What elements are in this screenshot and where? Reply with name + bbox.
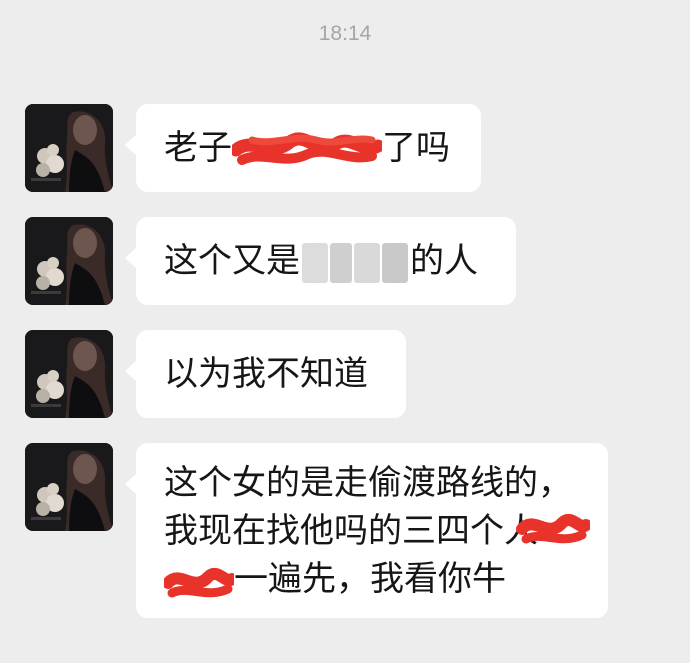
chat-message: 老子 了吗 — [0, 104, 690, 192]
message-text: 一遍先，我看你牛 — [234, 559, 506, 599]
chat-timestamp: 18:14 — [318, 22, 372, 45]
message-bubble[interactable]: 这个女的是走偷渡路线的， 我现在找他吗的三四个人 一遍先，我看你牛 — [125, 443, 608, 618]
message-text: 这个又是 — [164, 241, 300, 281]
message-text: 我现在找他吗的三四个人 — [164, 511, 538, 551]
profile-photo-avatar-icon — [25, 330, 113, 418]
message-bubble[interactable]: 老子 了吗 — [125, 104, 481, 192]
chat-message: 以为我不知道 — [0, 330, 690, 418]
profile-photo-avatar-icon — [25, 217, 113, 305]
message-text-line: 一遍先，我看你牛 — [164, 555, 580, 603]
red-scribble-redaction — [232, 128, 382, 172]
profile-photo-avatar-icon — [25, 443, 113, 531]
chat-message: 这个又是 的人 — [0, 217, 690, 305]
contact-avatar[interactable] — [25, 217, 113, 305]
message-bubble[interactable]: 以为我不知道 — [125, 330, 406, 418]
profile-photo-avatar-icon — [25, 104, 113, 192]
message-text: 以为我不知道 — [164, 354, 368, 394]
message-text: 了吗 — [382, 128, 450, 168]
contact-avatar[interactable] — [25, 104, 113, 192]
contact-avatar[interactable] — [25, 330, 113, 418]
message-text: 的人 — [410, 241, 478, 281]
message-text-line: 这个女的是走偷渡路线的， — [164, 463, 572, 503]
red-scribble-redaction — [164, 559, 234, 603]
blur-redaction — [300, 241, 410, 285]
red-scribble-redaction — [516, 509, 590, 551]
message-text-line: 这个又是 的人 — [164, 241, 478, 283]
message-bubble[interactable]: 这个又是 的人 — [125, 217, 516, 305]
contact-avatar[interactable] — [25, 443, 113, 531]
message-text-line: 老子 了吗 — [164, 128, 450, 168]
chat-message: 这个女的是走偷渡路线的， 我现在找他吗的三四个人 一遍先，我看你牛 — [0, 443, 690, 618]
message-text: 老子 — [164, 128, 232, 168]
message-text-line: 我现在找他吗的三四个人 — [164, 507, 590, 555]
